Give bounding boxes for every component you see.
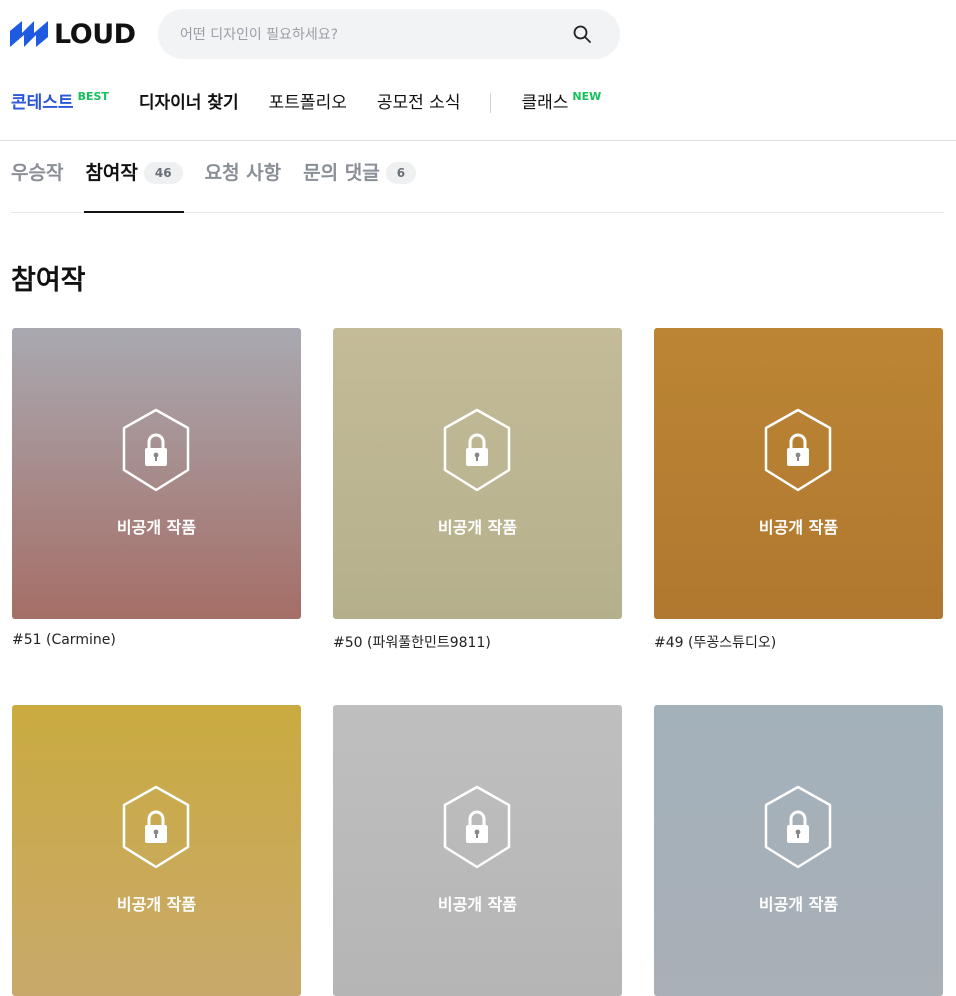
lock-icon: [764, 785, 832, 869]
tab-entries[interactable]: 참여작 46: [84, 158, 184, 213]
tab-requirements[interactable]: 요청 사항: [205, 158, 282, 211]
lock-icon: [122, 408, 190, 492]
entry-thumbnail[interactable]: 비공개 작품: [12, 705, 301, 996]
entry-thumbnail[interactable]: 비공개 작품: [654, 328, 943, 619]
tab-winners-label: 우승작: [11, 162, 64, 184]
nav-contest-label: 콘테스트: [11, 93, 74, 113]
private-entry-label: 비공개 작품: [437, 518, 518, 537]
entry-thumbnail[interactable]: 비공개 작품: [333, 705, 622, 996]
nav-find-designer[interactable]: 디자이너 찾기: [139, 88, 239, 118]
lock-icon: [764, 408, 832, 492]
entry-caption: #51 (Carmine): [12, 632, 116, 648]
tab-comments-label: 문의 댓글: [303, 162, 380, 184]
entry-thumbnail[interactable]: 비공개 작품: [12, 328, 301, 619]
logo-text: LOUD: [54, 18, 136, 50]
private-entry-label: 비공개 작품: [437, 895, 518, 914]
entry-caption: #49 (뚜꽁스튜디오): [654, 635, 777, 651]
tab-requirements-label: 요청 사항: [204, 162, 282, 184]
top-header: LOUD 콘테스트BEST 디자이너 찾기 포트폴리오 공모전 소식 클래스NE…: [0, 0, 956, 141]
tab-entries-label: 참여작: [85, 162, 138, 184]
nav-contest[interactable]: 콘테스트 BEST: [11, 88, 109, 118]
tab-comments[interactable]: 문의 댓글 6: [303, 158, 417, 211]
lock-icon: [443, 785, 511, 869]
nav-portfolio[interactable]: 포트폴리오: [269, 88, 347, 118]
lock-icon: [443, 408, 511, 492]
best-badge: BEST: [77, 90, 109, 103]
nav-divider: [490, 93, 492, 113]
entries-count-badge: 46: [143, 162, 183, 184]
nav-class-label: 클래스: [521, 93, 569, 113]
private-entry-label: 비공개 작품: [116, 518, 197, 537]
entry-caption: #50 (파워풀한민트9811): [333, 635, 491, 651]
entry-thumbnail[interactable]: 비공개 작품: [333, 328, 622, 619]
private-entry-label: 비공개 작품: [116, 895, 197, 914]
search-icon[interactable]: [572, 24, 592, 44]
search-bar: [158, 9, 620, 61]
nav-class[interactable]: 클래스 NEW: [521, 88, 601, 118]
entry-thumbnail[interactable]: 비공개 작품: [654, 705, 943, 996]
nav-competition-news[interactable]: 공모전 소식: [377, 88, 461, 118]
private-entry-label: 비공개 작품: [758, 518, 839, 537]
contest-tabs: 우승작 참여작 46 요청 사항 문의 댓글 6: [11, 158, 944, 213]
comments-count-badge: 6: [385, 162, 417, 184]
lock-icon: [122, 785, 190, 869]
section-title: 참여작: [11, 265, 86, 296]
loud-logo[interactable]: LOUD: [10, 17, 136, 51]
private-entry-label: 비공개 작품: [758, 895, 839, 914]
loud-logo-icon: [10, 21, 48, 47]
tab-winners[interactable]: 우승작: [11, 158, 63, 211]
search-input[interactable]: [178, 9, 562, 61]
new-badge: NEW: [572, 90, 602, 103]
main-nav: 콘테스트 BEST 디자이너 찾기 포트폴리오 공모전 소식 클래스 NEW: [11, 88, 631, 118]
